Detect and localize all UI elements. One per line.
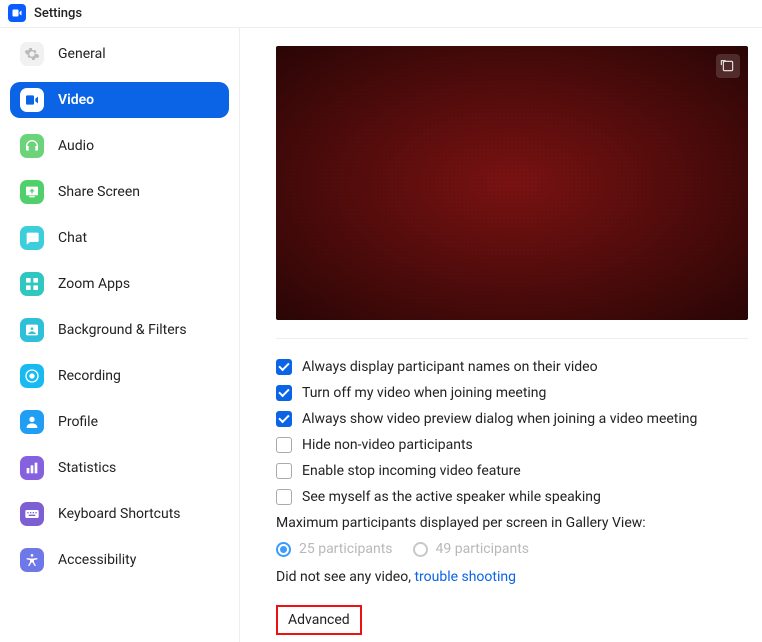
option-label: Hide non-video participants: [302, 437, 473, 453]
sidebar-item-statistics[interactable]: Statistics: [10, 450, 229, 486]
keyboard-icon: [20, 502, 44, 526]
sidebar: General Video Audio Share Screen Chat Zoom Ap…: [0, 28, 240, 642]
sidebar-item-accessibility[interactable]: Accessibility: [10, 542, 229, 578]
gallery-view-label: Maximum participants displayed per scree…: [276, 515, 750, 531]
sidebar-item-label: Zoom Apps: [58, 276, 130, 292]
sidebar-item-label: Keyboard Shortcuts: [58, 506, 181, 522]
divider: [276, 338, 748, 339]
sidebar-item-label: Background & Filters: [58, 322, 187, 338]
sidebar-item-zoom-apps[interactable]: Zoom Apps: [10, 266, 229, 302]
sidebar-item-audio[interactable]: Audio: [10, 128, 229, 164]
option-label: Always display participant names on thei…: [302, 359, 598, 375]
titlebar: Settings: [0, 0, 762, 28]
chat-icon: [20, 226, 44, 250]
sidebar-item-video[interactable]: Video: [10, 82, 229, 118]
sidebar-item-label: Profile: [58, 414, 98, 430]
sidebar-item-label: Audio: [58, 138, 94, 154]
checkbox[interactable]: [276, 463, 292, 479]
option-row: Turn off my video when joining meeting: [276, 385, 750, 401]
checkbox[interactable]: [276, 411, 292, 427]
gallery-radio-group: 25 participants 49 participants: [276, 541, 750, 557]
option-row: Always display participant names on thei…: [276, 359, 750, 375]
share-screen-icon: [20, 180, 44, 204]
sidebar-item-general[interactable]: General: [10, 36, 229, 72]
statistics-icon: [20, 456, 44, 480]
sidebar-item-background-filters[interactable]: Background & Filters: [10, 312, 229, 348]
option-label: Enable stop incoming video feature: [302, 463, 521, 479]
rotate-icon[interactable]: [716, 54, 740, 78]
radio-item[interactable]: 49 participants: [413, 541, 530, 557]
sidebar-item-recording[interactable]: Recording: [10, 358, 229, 394]
option-row: Hide non-video participants: [276, 437, 750, 453]
option-label: Turn off my video when joining meeting: [302, 385, 546, 401]
sidebar-item-label: Share Screen: [58, 184, 140, 200]
headphones-icon: [20, 134, 44, 158]
sidebar-item-label: General: [58, 46, 106, 62]
troubleshoot-prefix: Did not see any video,: [276, 569, 414, 585]
sidebar-item-label: Video: [58, 92, 94, 108]
sidebar-item-chat[interactable]: Chat: [10, 220, 229, 256]
option-row: Always show video preview dialog when jo…: [276, 411, 750, 427]
zoom-app-icon: [8, 4, 26, 22]
advanced-button[interactable]: Advanced: [276, 605, 362, 635]
option-label: See myself as the active speaker while s…: [302, 489, 601, 505]
radio[interactable]: [276, 542, 291, 557]
checkbox[interactable]: [276, 385, 292, 401]
video-icon: [20, 88, 44, 112]
sidebar-item-profile[interactable]: Profile: [10, 404, 229, 440]
accessibility-icon: [20, 548, 44, 572]
radio-label: 49 participants: [436, 541, 530, 557]
option-row: Enable stop incoming video feature: [276, 463, 750, 479]
recording-icon: [20, 364, 44, 388]
gear-icon: [20, 42, 44, 66]
option-row: See myself as the active speaker while s…: [276, 489, 750, 505]
troubleshoot-link[interactable]: trouble shooting: [414, 569, 516, 585]
window-title: Settings: [34, 6, 82, 21]
profile-icon: [20, 410, 44, 434]
radio-label: 25 participants: [299, 541, 393, 557]
radio[interactable]: [413, 542, 428, 557]
option-label: Always show video preview dialog when jo…: [302, 411, 697, 427]
sidebar-item-label: Accessibility: [58, 552, 136, 568]
video-preview: [276, 46, 748, 320]
checkbox[interactable]: [276, 489, 292, 505]
sidebar-item-share-screen[interactable]: Share Screen: [10, 174, 229, 210]
sidebar-item-label: Chat: [58, 230, 87, 246]
background-icon: [20, 318, 44, 342]
apps-icon: [20, 272, 44, 296]
sidebar-item-label: Statistics: [58, 460, 116, 476]
sidebar-item-keyboard-shortcuts[interactable]: Keyboard Shortcuts: [10, 496, 229, 532]
main-panel: Always display participant names on thei…: [240, 28, 762, 642]
radio-item[interactable]: 25 participants: [276, 541, 393, 557]
sidebar-item-label: Recording: [58, 368, 121, 384]
troubleshoot-text: Did not see any video, trouble shooting: [276, 569, 750, 585]
checkbox[interactable]: [276, 359, 292, 375]
checkbox[interactable]: [276, 437, 292, 453]
